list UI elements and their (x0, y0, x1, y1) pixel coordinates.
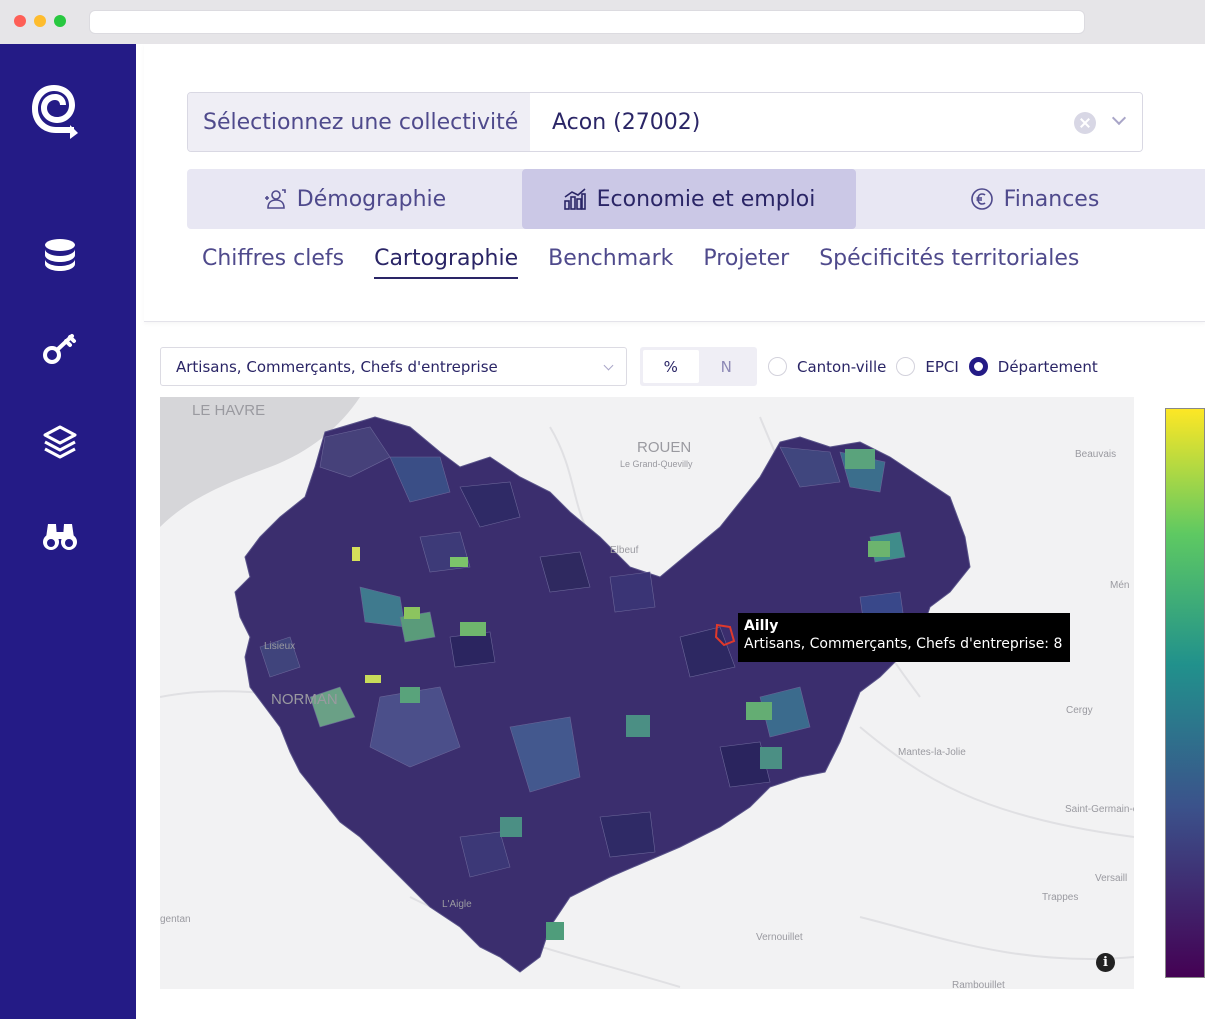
binoculars-icon[interactable] (40, 516, 80, 556)
mode-toggle: % N (640, 347, 757, 386)
database-icon[interactable] (40, 234, 80, 274)
key-icon[interactable] (40, 328, 80, 368)
subtab-projeter[interactable]: Projeter (703, 246, 789, 279)
maximize-window-button[interactable] (54, 15, 66, 27)
layers-icon[interactable] (40, 422, 80, 462)
address-bar[interactable] (89, 10, 1085, 34)
info-icon[interactable]: i (1096, 953, 1115, 972)
choropleth-map[interactable]: LE HAVRE ROUEN Le Grand-Quevilly Elbeuf … (160, 397, 1134, 989)
radio-label: EPCI (925, 357, 959, 376)
radio-departement[interactable]: Département (968, 357, 1098, 376)
color-scale-legend (1165, 408, 1205, 978)
place-label-elbeuf: Elbeuf (610, 545, 639, 556)
collectivity-selector[interactable]: Sélectionnez une collectivité Acon (2700… (187, 92, 1143, 152)
subtab-chiffres-clefs[interactable]: Chiffres clefs (202, 246, 344, 279)
chevron-down-icon (603, 360, 614, 371)
place-label-versailles: Versaill (1095, 873, 1127, 884)
sub-tabs: Chiffres clefs Cartographie Benchmark Pr… (202, 246, 1109, 279)
tab-economie-label: Economie et emploi (596, 186, 816, 212)
radio-label: Canton-ville (797, 357, 887, 376)
radio-circle[interactable] (768, 357, 787, 376)
indicator-dropdown-value: Artisans, Commerçants, Chefs d'entrepris… (176, 357, 498, 376)
scale-radio-group: Canton-ville EPCI Département (768, 347, 1108, 386)
main-tabs: Démographie Economie et emploi Finances (187, 169, 1205, 229)
radio-circle-checked[interactable] (968, 357, 988, 376)
subtab-specificites[interactable]: Spécificités territoriales (819, 246, 1079, 279)
place-label-saint-germain: Saint-Germain-en-Laye (1065, 804, 1134, 815)
collectivity-selector-value[interactable]: Acon (27002) (530, 93, 1142, 151)
place-label-rouen: ROUEN (637, 439, 691, 456)
place-label-beauvais: Beauvais (1075, 449, 1116, 460)
tooltip-body: Artisans, Commerçants, Chefs d'entrepris… (744, 636, 1063, 652)
place-label-lisieux: Lisieux (264, 641, 295, 652)
sidebar (0, 44, 136, 1019)
minimize-window-button[interactable] (34, 15, 46, 27)
tab-finances[interactable]: Finances (856, 169, 1205, 229)
collectivity-value-text: Acon (27002) (552, 109, 701, 135)
indicator-dropdown[interactable]: Artisans, Commerçants, Chefs d'entrepris… (160, 347, 627, 386)
radio-label: Département (997, 357, 1098, 376)
place-label-mantes: Mantes-la-Jolie (898, 747, 966, 758)
bar-chart-icon (563, 188, 586, 210)
place-label-meru: Mén (1110, 580, 1129, 591)
department-shape[interactable] (234, 416, 971, 973)
close-window-button[interactable] (14, 15, 26, 27)
map-canvas[interactable]: LE HAVRE ROUEN Le Grand-Quevilly Elbeuf … (160, 397, 1134, 989)
place-label-le-havre: LE HAVRE (192, 402, 265, 419)
chevron-down-icon[interactable] (1111, 110, 1127, 126)
place-label-vernouillet: Vernouillet (756, 932, 803, 943)
tab-demographie[interactable]: Démographie (187, 169, 522, 229)
place-label-grand-quevilly: Le Grand-Quevilly (620, 459, 693, 469)
place-label-trappes: Trappes (1042, 892, 1078, 903)
place-label-laigle: L'Aigle (442, 899, 472, 910)
map-tooltip: Ailly Artisans, Commerçants, Chefs d'ent… (738, 613, 1070, 662)
subtab-cartographie[interactable]: Cartographie (374, 246, 519, 279)
mode-number-button[interactable]: N (699, 350, 755, 383)
tooltip-title: Ailly (744, 618, 779, 634)
place-label-rambouillet: Rambouillet (952, 980, 1005, 989)
logo-icon[interactable] (24, 74, 84, 144)
radio-canton-ville[interactable]: Canton-ville (768, 357, 886, 376)
euro-icon (970, 188, 993, 210)
radio-epci[interactable]: EPCI (896, 357, 959, 376)
mode-percent-button[interactable]: % (643, 350, 699, 383)
tab-demographie-label: Démographie (296, 186, 447, 212)
people-icon (264, 189, 286, 209)
main-content: Sélectionnez une collectivité Acon (2700… (136, 44, 1205, 1019)
place-label-normandie: NORMAN (271, 691, 338, 708)
radio-circle[interactable] (896, 357, 916, 376)
collectivity-selector-label: Sélectionnez une collectivité (188, 93, 530, 151)
browser-chrome (0, 0, 1205, 44)
tab-economie-emploi[interactable]: Economie et emploi (522, 169, 856, 229)
subtab-benchmark[interactable]: Benchmark (548, 246, 673, 279)
place-label-argentan: gentan (160, 914, 191, 925)
tab-finances-label: Finances (1003, 186, 1100, 212)
clear-icon[interactable] (1074, 112, 1096, 134)
header-card: Sélectionnez une collectivité Acon (2700… (144, 44, 1205, 322)
place-label-cergy: Cergy (1066, 705, 1093, 716)
